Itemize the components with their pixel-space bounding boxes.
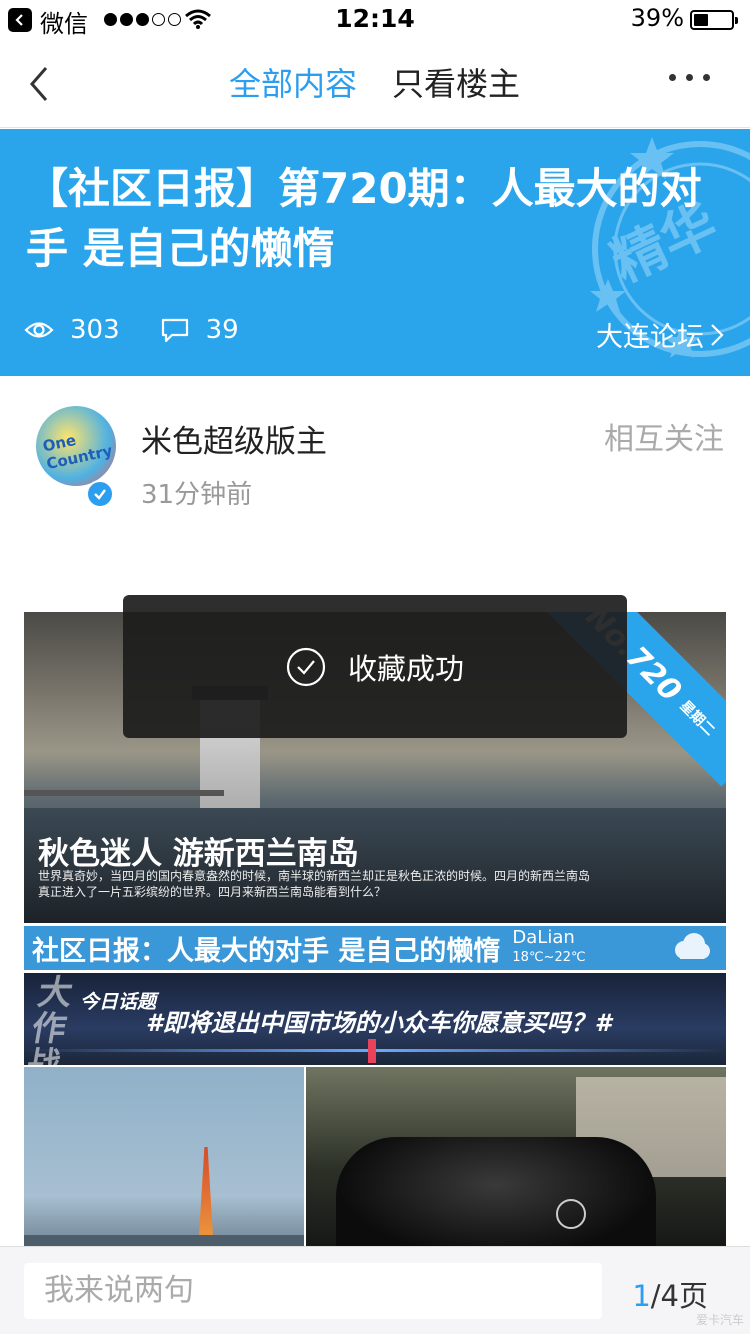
topic-mark [368, 1039, 376, 1063]
bottom-bar: 我来说两句 1/4页 爱卡汽车 [0, 1246, 750, 1334]
topic-bar: 大作战 今日话题 #即将退出中国市场的小众车你愿意买吗？# [24, 973, 726, 1065]
verified-badge-icon [86, 480, 114, 508]
battery-icon [690, 10, 738, 30]
pier [24, 790, 224, 796]
comment-icon [161, 318, 188, 343]
current-page: 1 [632, 1279, 651, 1313]
tab-all-content[interactable]: 全部内容 [229, 62, 357, 106]
status-bar: 微信 12:14 39% [0, 0, 750, 40]
daily-title: 社区日报：人最大的对手 是自己的懒惰 [32, 935, 501, 967]
post-time: 31分钟前 [141, 480, 253, 510]
topic-text: #即将退出中国市场的小众车你愿意买吗？# [146, 1009, 612, 1037]
scene-title: 秋色迷人 游新西兰南岛 [38, 836, 359, 872]
page-indicator[interactable]: 1/4页 [632, 1273, 708, 1315]
view-count: 303 [24, 315, 120, 345]
topic-label: 今日话题 [80, 991, 157, 1013]
reply-input[interactable]: 我来说两句 [24, 1263, 602, 1319]
author-row: One Country 米色超级版主 31分钟前 相互关注 [0, 376, 750, 576]
issue-weekday: 星期二 [676, 698, 718, 740]
avatar[interactable]: One Country [36, 406, 116, 486]
daily-title-bar: 社区日报：人最大的对手 是自己的懒惰 DaLian 18℃~22℃ [24, 926, 726, 970]
toast: 收藏成功 [123, 595, 627, 738]
more-options-icon[interactable] [669, 74, 710, 81]
weather-temp: 18℃~22℃ [512, 950, 586, 965]
scene-description: 世界真奇妙，当四月的国内春意盎然的时候，南半球的新西兰却正是秋色正浓的时候。四月… [38, 869, 591, 899]
car-logo-icon [556, 1199, 586, 1229]
thread-banner: 精华 【社区日报】第720期：人最大的对手 是自己的懒惰 303 39 大连论坛 [0, 129, 750, 376]
forum-name: 大连论坛 [596, 322, 704, 353]
forum-link[interactable]: 大连论坛 [596, 315, 724, 354]
avatar-logo-text: One Country [41, 430, 115, 474]
author-name[interactable]: 米色超级版主 [141, 416, 327, 461]
battery-percent: 39% [630, 4, 684, 32]
checkmark-circle-icon [286, 647, 326, 686]
nav-bar: 全部内容 只看楼主 [0, 40, 750, 153]
weather-info: DaLian 18℃~22℃ [512, 929, 585, 967]
total-pages: /4页 [650, 1279, 708, 1313]
comment-count-value: 39 [205, 315, 239, 345]
car-photo [306, 1067, 726, 1252]
watermark: 爱卡汽车 [695, 1313, 744, 1327]
car [336, 1137, 656, 1252]
cloud-icon [675, 933, 710, 959]
comment-count: 39 [160, 315, 239, 345]
thread-title: 【社区日报】第720期：人最大的对手 是自己的懒惰 [26, 164, 702, 273]
thread-stats: 303 39 [24, 315, 279, 345]
back-arrow-icon[interactable] [22, 62, 62, 106]
view-count-value: 303 [70, 315, 120, 345]
chevron-right-icon [711, 323, 724, 346]
toast-message: 收藏成功 [347, 651, 464, 686]
battery-fill [694, 14, 708, 26]
tokyo-tower-photo [24, 1067, 304, 1252]
follow-button[interactable]: 相互关注 [604, 414, 724, 458]
tab-op-only[interactable]: 只看楼主 [392, 62, 520, 106]
weather-city: DaLian [512, 927, 575, 948]
eye-icon [24, 322, 54, 338]
